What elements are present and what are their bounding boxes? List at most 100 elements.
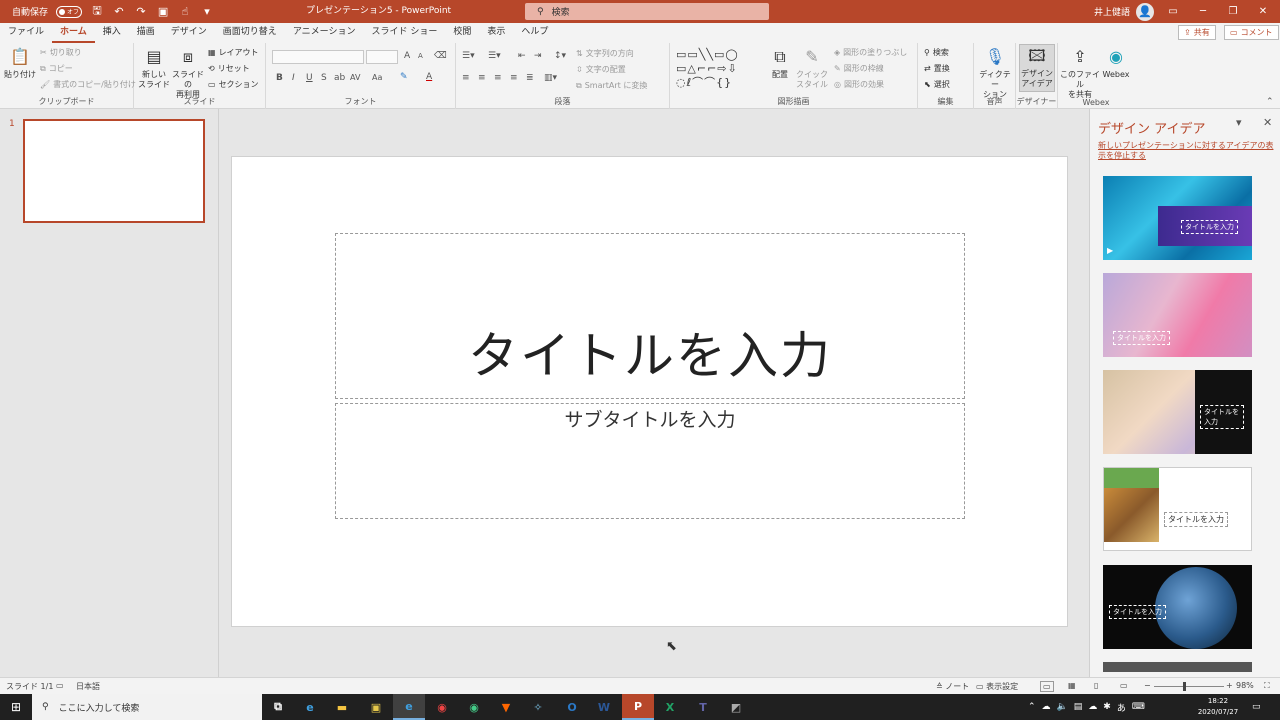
- onedrive-icon[interactable]: ☁: [1042, 702, 1051, 712]
- tab-animations[interactable]: アニメーション: [285, 23, 364, 43]
- tab-file[interactable]: ファイル: [0, 23, 52, 43]
- subtitle-placeholder[interactable]: サブタイトルを入力: [335, 403, 965, 519]
- edge-legacy-icon[interactable]: e: [393, 694, 425, 720]
- redo-icon[interactable]: ↷: [134, 5, 148, 19]
- copy-button[interactable]: ⧉ コピー: [40, 63, 73, 74]
- shape-outline-button[interactable]: ✎ 図形の枠線: [834, 63, 884, 74]
- display-settings-button[interactable]: ▭ 表示設定: [976, 681, 1018, 692]
- reset-button[interactable]: ⟲ リセット: [208, 63, 250, 74]
- design-idea-4[interactable]: タイトルを入力: [1103, 467, 1252, 551]
- edge-icon[interactable]: e: [294, 694, 326, 720]
- numbering-icon[interactable]: ☰▾: [488, 51, 501, 61]
- excel-icon[interactable]: X: [654, 694, 686, 720]
- tab-slideshow[interactable]: スライド ショー: [363, 23, 445, 43]
- tab-transitions[interactable]: 画面切り替え: [215, 23, 285, 43]
- app-icon-2[interactable]: ✧: [522, 694, 554, 720]
- network-icon[interactable]: ▤: [1074, 702, 1083, 712]
- tab-home[interactable]: ホーム: [52, 23, 95, 43]
- tab-review[interactable]: 校閲: [445, 23, 479, 43]
- align-left-icon[interactable]: ≡: [462, 73, 470, 83]
- file-explorer-icon[interactable]: ▬: [326, 694, 358, 720]
- reading-view-icon[interactable]: ▯: [1094, 681, 1098, 690]
- chrome-canary-icon[interactable]: ◉: [458, 694, 490, 720]
- restore-icon[interactable]: ❐: [1218, 0, 1248, 23]
- tab-draw[interactable]: 描画: [129, 23, 163, 43]
- cut-button[interactable]: ✂ 切り取り: [40, 47, 82, 58]
- outlook-icon[interactable]: O: [556, 694, 588, 720]
- grow-font-button[interactable]: A: [404, 51, 410, 61]
- slide-sorter-icon[interactable]: ▦: [1068, 681, 1076, 690]
- taskbar-search[interactable]: ⚲ ここに入力して検索: [32, 694, 262, 720]
- customize-qat-icon[interactable]: ▾: [200, 5, 214, 19]
- undo-icon[interactable]: ↶: [112, 5, 126, 19]
- font-color-icon[interactable]: A: [426, 72, 432, 82]
- slide-thumbnail[interactable]: [23, 119, 205, 223]
- change-case-button[interactable]: Aa: [372, 73, 382, 82]
- notes-button[interactable]: ≙ ノート: [936, 681, 969, 692]
- decrease-indent-icon[interactable]: ⇤: [518, 51, 526, 61]
- bullets-icon[interactable]: ☰▾: [462, 51, 475, 61]
- tab-insert[interactable]: 挿入: [95, 23, 129, 43]
- reuse-slides-button[interactable]: ⧈ スライドの 再利用: [172, 46, 204, 100]
- design-ideas-button[interactable]: 🖾 デザイン アイデア: [1019, 44, 1055, 92]
- close-pane-icon[interactable]: ✕: [1263, 116, 1272, 129]
- columns-icon[interactable]: ▥▾: [544, 73, 557, 83]
- save-icon[interactable]: 🖫: [90, 4, 104, 19]
- autosave-toggle[interactable]: オフ: [56, 5, 83, 18]
- bold-button[interactable]: B: [276, 73, 283, 83]
- shadow-icon[interactable]: ab: [334, 73, 345, 83]
- tray-overflow-icon[interactable]: ⌃: [1028, 702, 1036, 712]
- shapes-gallery[interactable]: ▭▭╲╲▭◯ ▭△⌐⌐⇨⇩ ◌ℓ⌒⌒{}: [676, 48, 760, 89]
- minimize-icon[interactable]: ─: [1188, 0, 1218, 23]
- brave-icon[interactable]: ▼: [490, 694, 522, 720]
- align-text-button[interactable]: ⇳ 文字の配置: [576, 64, 626, 75]
- fit-slide-icon[interactable]: ⛶: [1264, 681, 1270, 691]
- justify-icon[interactable]: ≡: [510, 73, 518, 83]
- share-file-button[interactable]: ⇪ このファイル を共有: [1060, 46, 1100, 100]
- design-idea-6-partial[interactable]: [1103, 662, 1252, 672]
- char-spacing-button[interactable]: AV: [350, 73, 360, 82]
- design-idea-3[interactable]: タイトルを入力: [1103, 370, 1252, 454]
- new-slide-button[interactable]: ▤ 新しい スライド: [138, 46, 170, 90]
- tab-help[interactable]: ヘルプ: [513, 23, 556, 43]
- select-button[interactable]: ⬉ 選択: [924, 79, 950, 90]
- normal-view-icon[interactable]: ▭: [1040, 681, 1054, 692]
- search-box[interactable]: ⚲ 検索: [525, 3, 769, 20]
- app-icon-3[interactable]: ◩: [720, 694, 752, 720]
- design-idea-1[interactable]: タイトルを入力 ▶: [1103, 176, 1252, 260]
- section-button[interactable]: ▭ セクション: [208, 79, 259, 90]
- webex-button[interactable]: ◉ Webex: [1100, 46, 1132, 80]
- notifications-icon[interactable]: ▭: [1252, 694, 1261, 720]
- bluetooth-icon[interactable]: ✱: [1103, 702, 1111, 712]
- highlight-icon[interactable]: ✎: [400, 72, 408, 82]
- tab-view[interactable]: 表示: [479, 23, 513, 43]
- design-idea-2[interactable]: タイトルを入力: [1103, 273, 1252, 357]
- share-button[interactable]: ⇪ 共有: [1178, 25, 1216, 40]
- zoom-slider[interactable]: [1154, 686, 1224, 687]
- powerpoint-icon[interactable]: P: [622, 694, 654, 720]
- clock[interactable]: 18:22 2020/07/27: [1196, 696, 1240, 718]
- task-view-icon[interactable]: ⧉: [262, 694, 294, 720]
- align-right-icon[interactable]: ≡: [494, 73, 502, 83]
- user-account[interactable]: 井上健語 👤: [1094, 0, 1155, 23]
- shape-effects-button[interactable]: ◎ 図形の効果: [834, 79, 884, 90]
- font-size-combo[interactable]: [366, 50, 398, 64]
- chrome-icon[interactable]: ◉: [426, 694, 458, 720]
- font-name-combo[interactable]: [272, 50, 364, 64]
- shrink-font-button[interactable]: A: [418, 52, 423, 60]
- app-icon-1[interactable]: ▣: [360, 694, 392, 720]
- ribbon-display-options-icon[interactable]: ▭: [1158, 0, 1188, 23]
- collapse-ribbon-icon[interactable]: ⌃: [1266, 97, 1274, 107]
- text-direction-button[interactable]: ⇅ 文字列の方向: [576, 48, 634, 59]
- comments-button[interactable]: ▭ コメント: [1224, 25, 1279, 40]
- ime-icon[interactable]: あ: [1117, 701, 1126, 714]
- pane-options-icon[interactable]: ▾: [1236, 116, 1242, 129]
- shape-fill-button[interactable]: ◈ 図形の塗りつぶし: [834, 47, 907, 58]
- volume-icon[interactable]: 🔈: [1057, 702, 1068, 712]
- paste-button[interactable]: 📋 貼り付け: [4, 46, 36, 80]
- design-idea-5[interactable]: タイトルを入力: [1103, 565, 1252, 649]
- cloud-icon[interactable]: ☁: [1088, 702, 1097, 712]
- increase-indent-icon[interactable]: ⇥: [534, 51, 542, 61]
- convert-smartart-button[interactable]: ⧉ SmartArt に変換: [576, 80, 647, 91]
- keyboard-icon[interactable]: ⌨: [1132, 702, 1145, 712]
